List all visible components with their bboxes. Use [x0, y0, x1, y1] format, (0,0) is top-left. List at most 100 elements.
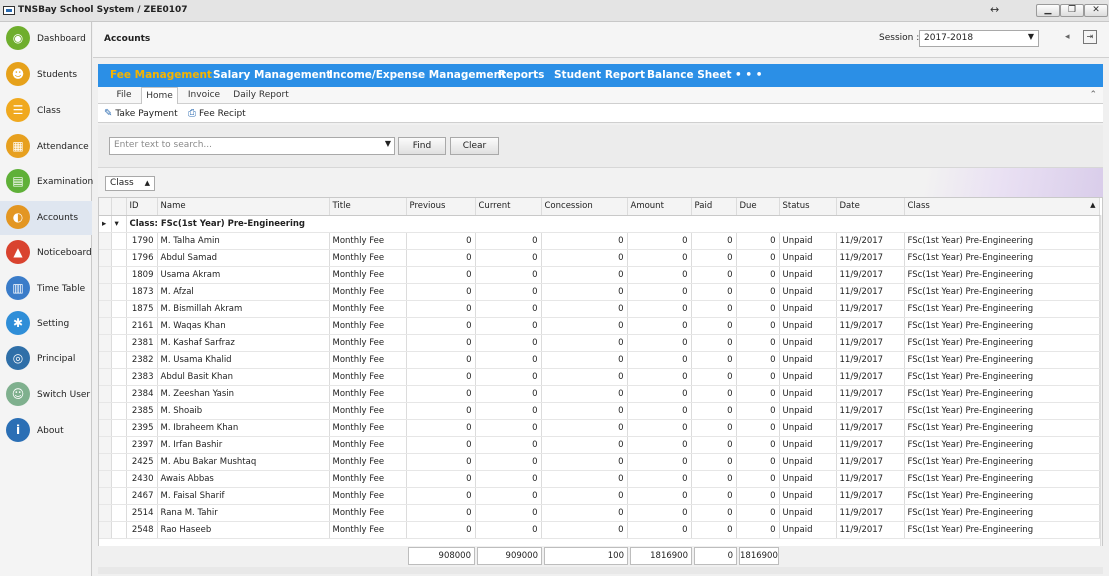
cell-previous[interactable]: 0 — [406, 436, 476, 454]
cell-title[interactable]: Monthly Fee — [329, 436, 407, 454]
minimize-button[interactable]: ▁ — [1036, 4, 1060, 17]
cell-id[interactable]: 2382 — [126, 351, 158, 369]
cell-status[interactable]: Unpaid — [779, 436, 837, 454]
cell-current[interactable]: 0 — [475, 436, 542, 454]
cell-due[interactable]: 0 — [736, 453, 780, 471]
back-icon[interactable]: ◂ — [1065, 32, 1070, 42]
cell-amount[interactable]: 0 — [627, 300, 692, 318]
cell-paid[interactable]: 0 — [691, 419, 737, 437]
cell-current[interactable]: 0 — [475, 232, 542, 250]
cell-name[interactable]: M. Bismillah Akram — [157, 300, 330, 318]
cell-previous[interactable]: 0 — [406, 283, 476, 301]
cell-class[interactable]: FSc(1st Year) Pre-Engineering — [904, 317, 1100, 335]
cell-date[interactable]: 11/9/2017 — [836, 487, 905, 505]
cell-paid[interactable]: 0 — [691, 504, 737, 522]
cell-title[interactable]: Monthly Fee — [329, 470, 407, 488]
tab-invoice[interactable]: Invoice — [184, 87, 224, 104]
cell-due[interactable]: 0 — [736, 266, 780, 284]
cell-id[interactable]: 2385 — [126, 402, 158, 420]
cell-due[interactable]: 0 — [736, 504, 780, 522]
cell-name[interactable]: Rao Haseeb — [157, 521, 330, 539]
cell-title[interactable]: Monthly Fee — [329, 300, 407, 318]
cell-title[interactable]: Monthly Fee — [329, 351, 407, 369]
cell-concession[interactable]: 0 — [541, 402, 628, 420]
table-row[interactable]: 2467 M. Faisal Sharif Monthly Fee 0 0 0 0 0 0 Unp… — [99, 487, 1100, 505]
cell-id[interactable]: 2397 — [126, 436, 158, 454]
vertical-scrollbar[interactable]: ▲ — [1100, 215, 1102, 546]
cell-concession[interactable]: 0 — [541, 470, 628, 488]
table-row[interactable]: 1875 M. Bismillah Akram Monthly Fee 0 0 0 0 0 0 U… — [99, 300, 1100, 318]
cell-id[interactable]: 1790 — [126, 232, 158, 250]
cell-due[interactable]: 0 — [736, 317, 780, 335]
cell-concession[interactable]: 0 — [541, 351, 628, 369]
cell-current[interactable]: 0 — [475, 521, 542, 539]
column-header-paid[interactable]: Paid — [691, 198, 737, 216]
cell-status[interactable]: Unpaid — [779, 266, 837, 284]
cell-previous[interactable]: 0 — [406, 385, 476, 403]
row-indicator[interactable] — [99, 402, 112, 420]
cell-id[interactable]: 1875 — [126, 300, 158, 318]
cell-current[interactable]: 0 — [475, 453, 542, 471]
cell-title[interactable]: Monthly Fee — [329, 266, 407, 284]
cell-title[interactable]: Monthly Fee — [329, 419, 407, 437]
cell-name[interactable]: M. Talha Amin — [157, 232, 330, 250]
table-row[interactable]: 2382 M. Usama Khalid Monthly Fee 0 0 0 0 0 0 Unpa… — [99, 351, 1100, 369]
cell-name[interactable]: M. Waqas Khan — [157, 317, 330, 335]
cell-class[interactable]: FSc(1st Year) Pre-Engineering — [904, 521, 1100, 539]
cell-name[interactable]: M. Shoaib — [157, 402, 330, 420]
cell-status[interactable]: Unpaid — [779, 368, 837, 386]
cell-current[interactable]: 0 — [475, 334, 542, 352]
cell-previous[interactable]: 0 — [406, 368, 476, 386]
expand-icon[interactable]: ▾ — [111, 215, 127, 233]
cell-status[interactable]: Unpaid — [779, 351, 837, 369]
cell-due[interactable]: 0 — [736, 385, 780, 403]
cell-previous[interactable]: 0 — [406, 521, 476, 539]
cell-status[interactable]: Unpaid — [779, 453, 837, 471]
cell-id[interactable]: 1873 — [126, 283, 158, 301]
cell-name[interactable]: M. Kashaf Sarfraz — [157, 334, 330, 352]
cell-due[interactable]: 0 — [736, 368, 780, 386]
menu-income-expense-management[interactable]: Income/Expense Management — [329, 69, 506, 81]
cell-title[interactable]: Monthly Fee — [329, 283, 407, 301]
row-indicator[interactable] — [99, 453, 112, 471]
restore-button[interactable]: ❐ — [1060, 4, 1084, 17]
cell-amount[interactable]: 0 — [627, 470, 692, 488]
cell-id[interactable]: 1809 — [126, 266, 158, 284]
cell-concession[interactable]: 0 — [541, 487, 628, 505]
cell-concession[interactable]: 0 — [541, 521, 628, 539]
cell-current[interactable]: 0 — [475, 317, 542, 335]
cell-date[interactable]: 11/9/2017 — [836, 419, 905, 437]
cell-paid[interactable]: 0 — [691, 385, 737, 403]
cell-current[interactable]: 0 — [475, 504, 542, 522]
cell-paid[interactable]: 0 — [691, 436, 737, 454]
cell-date[interactable]: 11/9/2017 — [836, 436, 905, 454]
cell-previous[interactable]: 0 — [406, 300, 476, 318]
cell-due[interactable]: 0 — [736, 487, 780, 505]
cell-name[interactable]: M. Irfan Bashir — [157, 436, 330, 454]
column-header-class[interactable]: Class ▲ — [904, 198, 1100, 216]
cell-amount[interactable]: 0 — [627, 521, 692, 539]
cell-title[interactable]: Monthly Fee — [329, 249, 407, 267]
column-header-date[interactable]: Date — [836, 198, 905, 216]
cell-amount[interactable]: 0 — [627, 453, 692, 471]
row-indicator[interactable] — [99, 266, 112, 284]
cell-status[interactable]: Unpaid — [779, 470, 837, 488]
cell-concession[interactable]: 0 — [541, 283, 628, 301]
cell-due[interactable]: 0 — [736, 334, 780, 352]
column-header-current[interactable]: Current — [475, 198, 542, 216]
cell-class[interactable]: FSc(1st Year) Pre-Engineering — [904, 351, 1100, 369]
cell-date[interactable]: 11/9/2017 — [836, 334, 905, 352]
cell-amount[interactable]: 0 — [627, 266, 692, 284]
table-row[interactable]: 1873 M. Afzal Monthly Fee 0 0 0 0 0 0 Unpaid 11/9/… — [99, 283, 1100, 301]
cell-previous[interactable]: 0 — [406, 249, 476, 267]
cell-previous[interactable]: 0 — [406, 232, 476, 250]
row-indicator[interactable] — [99, 521, 112, 539]
clear-button[interactable]: Clear — [450, 137, 499, 155]
row-indicator[interactable] — [99, 419, 112, 437]
cell-name[interactable]: M. Faisal Sharif — [157, 487, 330, 505]
cell-class[interactable]: FSc(1st Year) Pre-Engineering — [904, 402, 1100, 420]
table-row[interactable]: 2397 M. Irfan Bashir Monthly Fee 0 0 0 0 0 0 Unpa… — [99, 436, 1100, 454]
cell-current[interactable]: 0 — [475, 368, 542, 386]
tab-file[interactable]: File — [108, 87, 140, 104]
cell-class[interactable]: FSc(1st Year) Pre-Engineering — [904, 232, 1100, 250]
